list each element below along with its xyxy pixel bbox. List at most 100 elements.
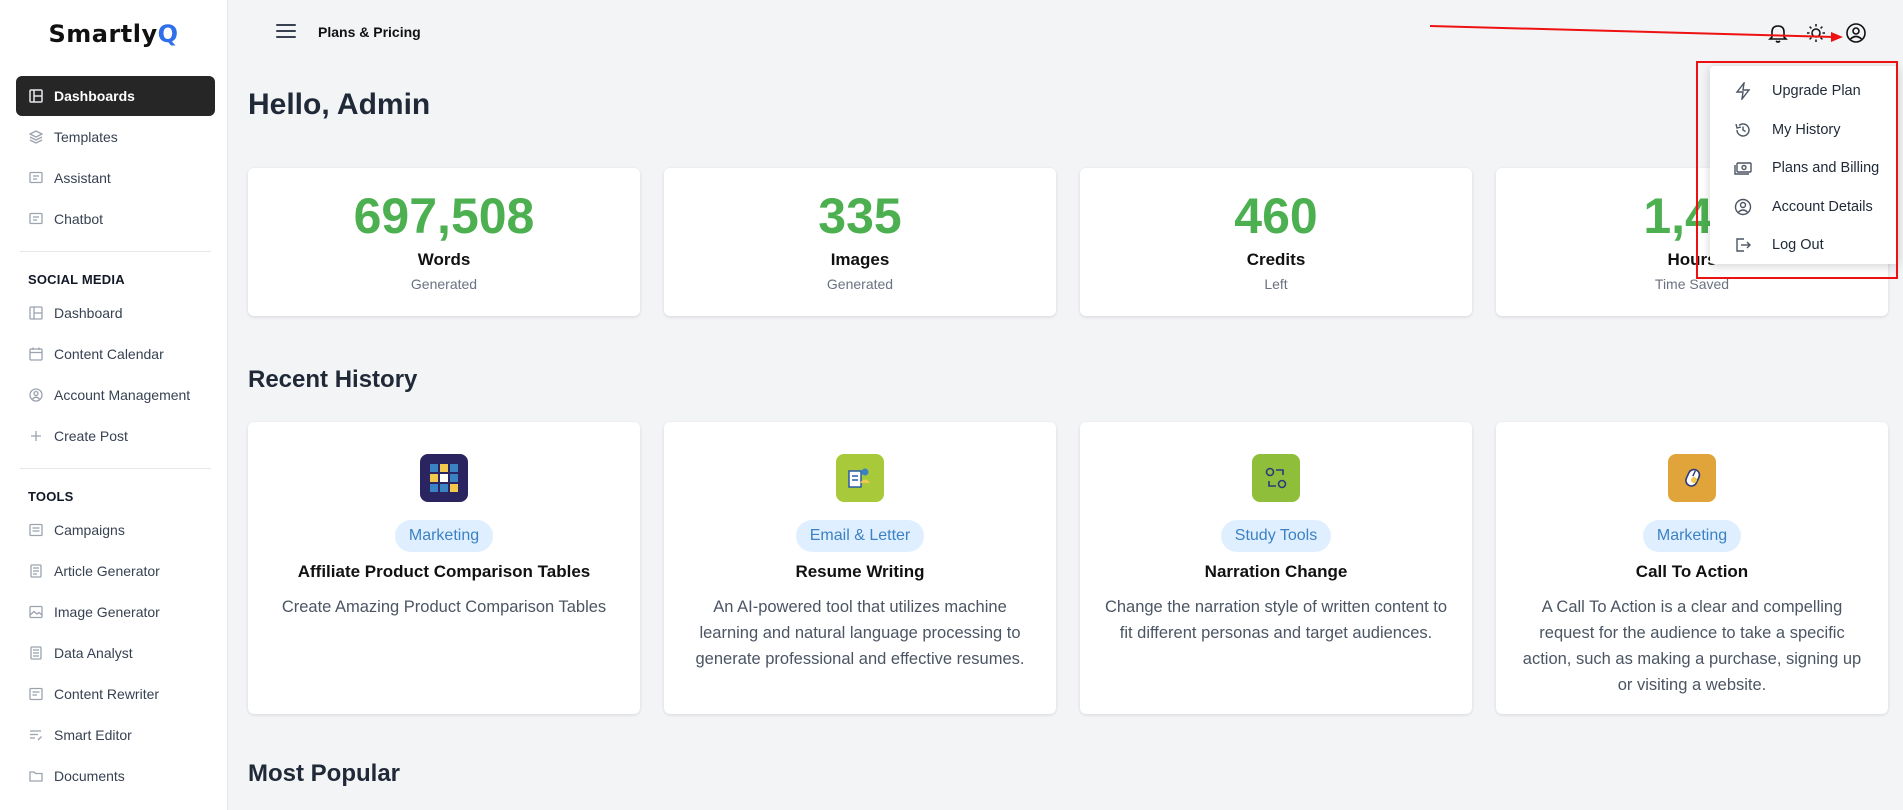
card-description: An AI-powered tool that utilizes machine… [695,598,1025,668]
template-card[interactable]: Marketing Call To Action A Call To Actio… [1496,422,1888,714]
resume-icon [836,454,884,502]
sidebar-item-label: Dashboards [54,88,135,104]
template-card[interactable]: Email & Letter Resume Writing An AI-powe… [664,422,1056,714]
card-title: Affiliate Product Comparison Tables [297,562,591,581]
stat-card-images: 335 Images Generated [664,168,1056,316]
sidebar-item-content-calendar[interactable]: Content Calendar [16,334,215,374]
sidebar-item-dashboard[interactable]: Dashboard [16,293,215,333]
card-description: Create Amazing Product Comparison Tables [281,598,607,616]
stat-sublabel: Generated [410,276,478,292]
sidebar-item-label: Image Generator [54,604,160,620]
app-logo[interactable]: Smartly Q [0,0,227,68]
card-title: Call To Action [1635,562,1749,581]
layout-icon [28,88,44,104]
sidebar-item-documents[interactable]: Documents [16,756,215,796]
sidebar-item-account-management[interactable]: Account Management [16,375,215,415]
stat-card-words: 697,508 Words Generated [248,168,640,316]
plus-icon [28,428,44,444]
annotation-highlight-box [1696,61,1898,279]
sidebar-item-label: Dashboard [54,305,123,321]
recent-history-cards: Marketing Affiliate Product Comparison T… [248,422,1888,714]
card-title: Narration Change [1204,562,1348,581]
section-title-most-popular: Most Popular [248,760,401,787]
sidebar-nav: Dashboards Templates Assistant Chatbot S… [0,68,227,796]
sidebar-item-label: Chatbot [54,211,104,227]
sidebar-item-data-analyst[interactable]: Data Analyst [16,633,215,673]
sidebar-item-label: Assistant [54,170,111,186]
card-title: Resume Writing [795,562,925,581]
narration-icon [1252,454,1300,502]
sidebar-item-chatbot[interactable]: Chatbot [16,199,215,239]
sidebar: Smartly Q Dashboards Templates Assistant … [0,0,228,810]
stat-value: 335 [818,188,902,244]
page-greeting: Hello, Admin [248,88,431,121]
main-content: Hello, Admin 697,508 Words Generated 335… [248,68,1888,792]
calendar-icon [28,346,44,362]
stat-sublabel: Left [1264,276,1288,292]
sidebar-item-label: Smart Editor [54,727,132,743]
sidebar-item-label: Templates [54,129,118,145]
click-icon [1668,454,1716,502]
sun-icon[interactable] [1805,22,1827,44]
card-description: A Call To Action is a clear and compelli… [1522,598,1862,694]
sidebar-item-assistant[interactable]: Assistant [16,158,215,198]
stat-value: 460 [1234,188,1318,244]
section-title-recent-history: Recent History [248,366,418,393]
stat-label: Words [417,250,471,269]
category-badge: Marketing [1642,520,1742,552]
top-header: Plans & Pricing [228,0,1903,68]
rewrite-icon [28,686,44,702]
stat-label: Images [830,250,890,269]
logo-text: Smartly [48,20,158,48]
sidebar-item-label: Account Management [54,387,191,403]
sidebar-item-image-generator[interactable]: Image Generator [16,592,215,632]
section-heading-tools: TOOLS [28,489,74,504]
sidebar-item-dashboards[interactable]: Dashboards [16,76,215,116]
category-badge: Study Tools [1220,520,1332,552]
stat-value: 697,508 [353,188,535,244]
editor-icon [28,727,44,743]
image-icon [28,604,44,620]
card-description: Change the narration style of written co… [1104,598,1448,642]
layers-icon [28,129,44,145]
sidebar-item-label: Content Rewriter [54,686,160,702]
user-circle-icon [28,387,44,403]
sidebar-item-label: Documents [54,768,125,784]
sidebar-item-article-generator[interactable]: Article Generator [16,551,215,591]
stat-label: Credits [1246,250,1306,269]
hamburger-line [276,30,296,32]
logo-accent: Q [157,20,179,48]
stat-card-credits: 460 Credits Left [1080,168,1472,316]
sidebar-item-label: Campaigns [54,522,125,538]
message-icon [28,211,44,227]
user-avatar-icon[interactable] [1845,22,1867,44]
campaign-icon [28,522,44,538]
breadcrumb: Plans & Pricing [318,24,421,40]
sidebar-item-label: Content Calendar [54,346,164,362]
stat-sublabel: Generated [826,276,894,292]
stats-row: 697,508 Words Generated 335 Images Gener… [248,168,1888,316]
template-card[interactable]: Study Tools Narration Change Change the … [1080,422,1472,714]
category-badge: Email & Letter [795,520,925,552]
article-icon [28,563,44,579]
hamburger-line [276,24,296,26]
sidebar-item-label: Article Generator [54,563,160,579]
category-badge: Marketing [394,520,494,552]
divider [20,468,211,469]
bell-icon[interactable] [1767,22,1789,44]
sidebar-item-campaigns[interactable]: Campaigns [16,510,215,550]
comparison-grid-icon [420,454,468,502]
sidebar-item-templates[interactable]: Templates [16,117,215,157]
divider [20,251,211,252]
section-heading-social-media: SOCIAL MEDIA [28,272,125,287]
sidebar-item-smart-editor[interactable]: Smart Editor [16,715,215,755]
hamburger-line [276,36,296,38]
message-icon [28,170,44,186]
data-icon [28,645,44,661]
sidebar-item-create-post[interactable]: Create Post [16,416,215,456]
menu-toggle-button[interactable] [276,24,296,40]
folder-icon [28,768,44,784]
template-card[interactable]: Marketing Affiliate Product Comparison T… [248,422,640,714]
sidebar-item-content-rewriter[interactable]: Content Rewriter [16,674,215,714]
sidebar-item-label: Data Analyst [54,645,133,661]
